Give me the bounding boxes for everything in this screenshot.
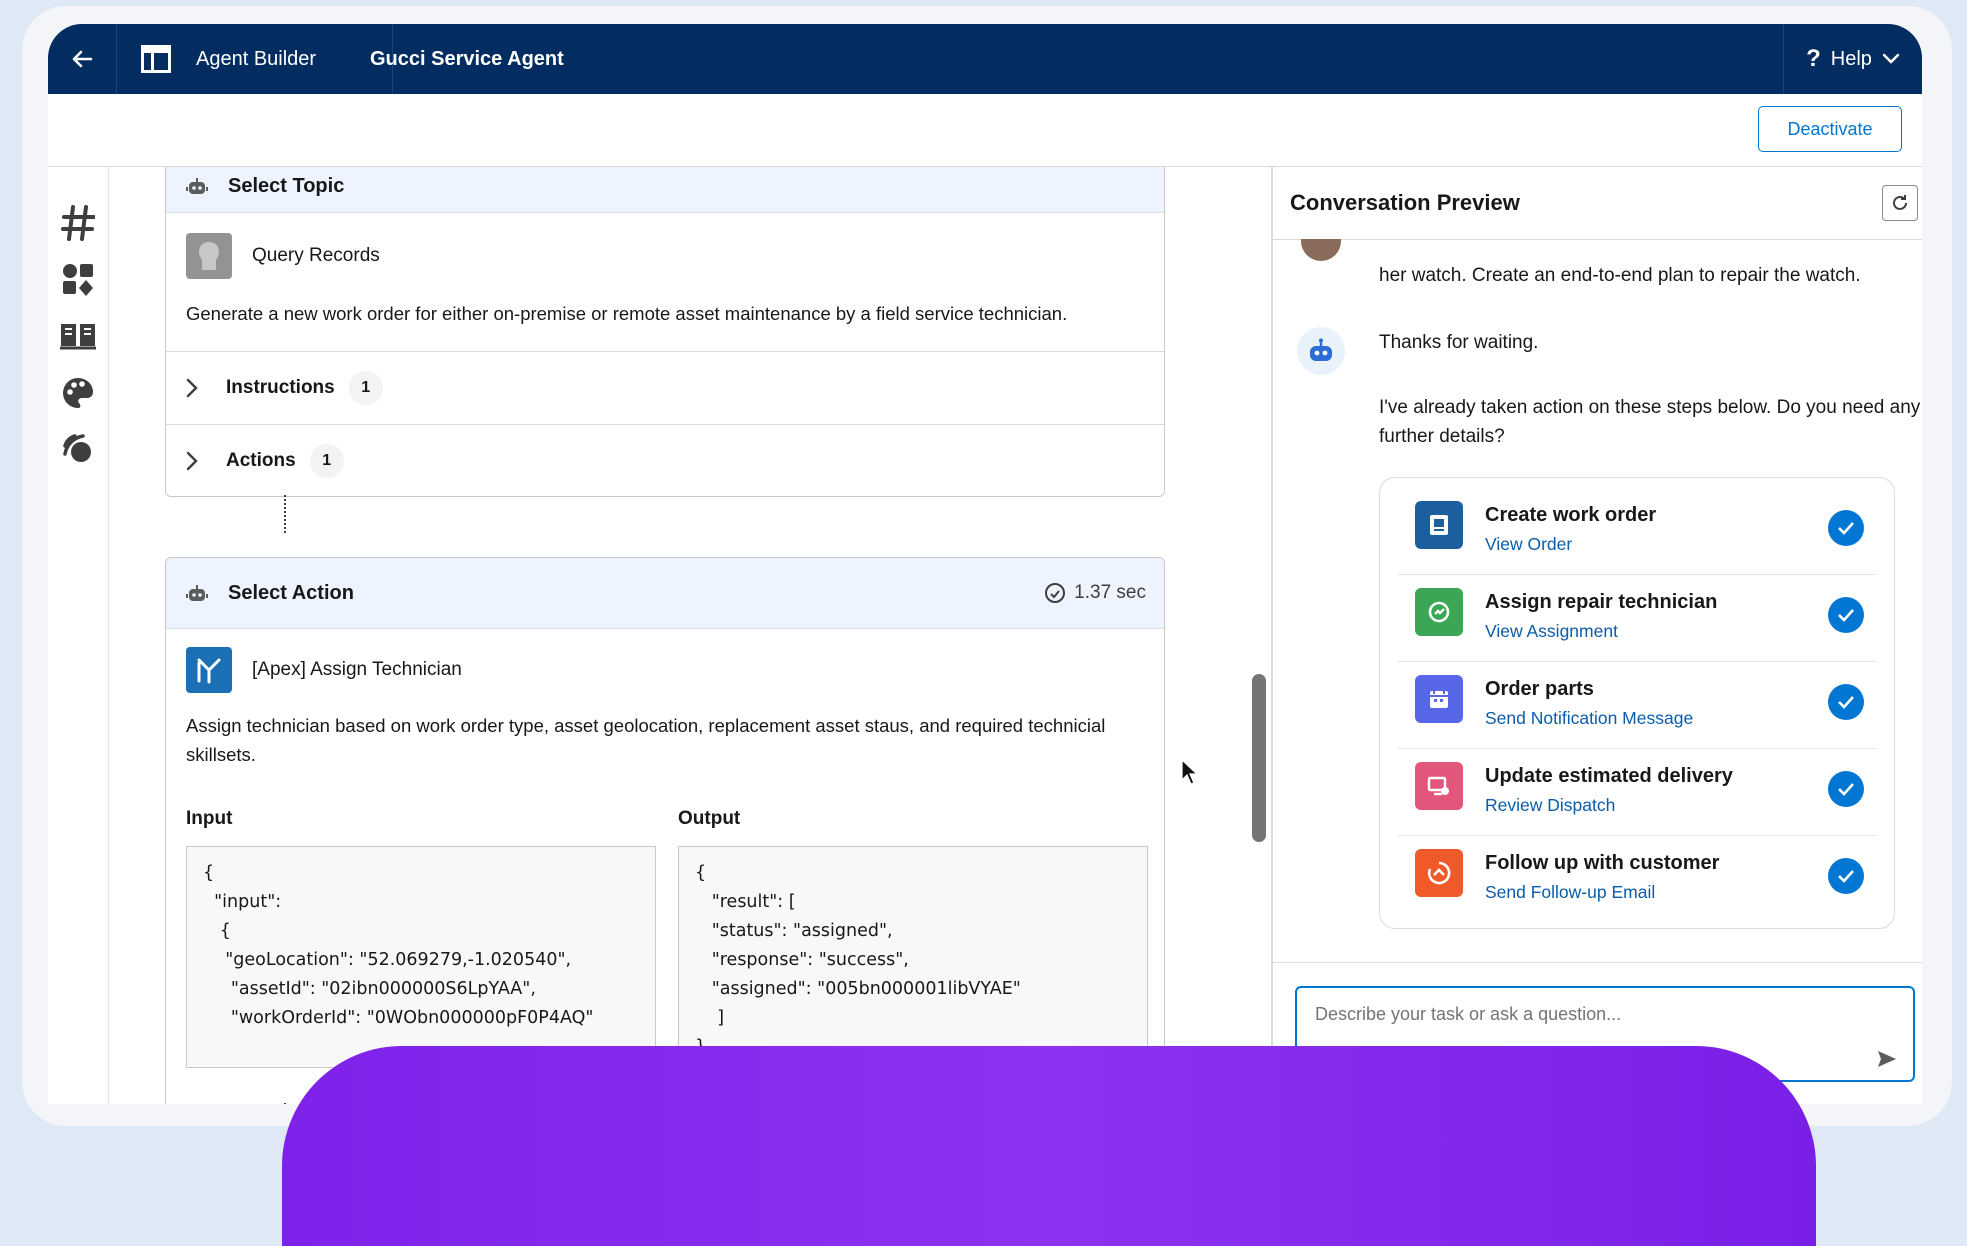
follow-up-icon (1415, 849, 1463, 897)
review-dispatch-link[interactable]: Review Dispatch (1485, 795, 1615, 816)
app-window: Agent Builder Gucci Service Agent ? Help… (48, 24, 1922, 1104)
topic-card-title: Select Topic (228, 174, 345, 197)
checkmark-icon (1828, 684, 1864, 720)
refresh-icon (1893, 195, 1907, 210)
checkmark-icon (1828, 858, 1864, 894)
step-title: Update estimated delivery (1485, 765, 1733, 787)
instructions-section[interactable]: Instructions 1 (166, 351, 1164, 424)
query-records-icon (186, 233, 232, 279)
bot-message-summary: I've already taken action on these steps… (1379, 397, 1921, 447)
action-description: Assign technician based on work order ty… (186, 715, 1106, 765)
topics-hash-icon[interactable] (58, 203, 98, 243)
chevron-right-icon (186, 451, 216, 471)
help-label: Help (1830, 47, 1872, 70)
send-icon (1878, 1051, 1896, 1067)
signal-broadcast-icon[interactable] (58, 429, 98, 469)
palette-icon[interactable] (58, 373, 98, 413)
delivery-icon (1415, 762, 1463, 810)
input-json[interactable]: { "input": { "geoLocation": "52.069279,-… (186, 846, 656, 1068)
user-message: her watch. Create an end-to-end plan to … (1379, 265, 1861, 286)
action-steps-card: Create work order View Order Assign repa… (1379, 477, 1895, 929)
global-header: Agent Builder Gucci Service Agent ? Help (48, 24, 1922, 94)
actions-label: Actions (226, 450, 296, 471)
step-title: Order parts (1485, 678, 1594, 700)
topic-item: Query Records (166, 213, 1164, 299)
send-follow-up-email-link[interactable]: Send Follow-up Email (1485, 882, 1655, 903)
view-order-link[interactable]: View Order (1485, 534, 1572, 555)
send-button[interactable] (1877, 1050, 1897, 1068)
flow-connector (284, 1103, 286, 1104)
back-arrow-icon (72, 50, 93, 68)
agent-avatar (1297, 327, 1345, 375)
step-update-delivery: Update estimated delivery Review Dispatc… (1398, 739, 1876, 826)
user-avatar (1301, 239, 1341, 261)
action-card-title: Select Action (228, 581, 354, 604)
app-layout-icon (140, 44, 172, 74)
app-switcher[interactable]: Agent Builder (116, 24, 393, 94)
timer-icon (1045, 583, 1066, 603)
preview-title: Conversation Preview (1290, 190, 1520, 215)
actions-section[interactable]: Actions 1 (166, 424, 1164, 496)
action-item: [Apex] Assign Technician (166, 629, 1164, 711)
agent-robot-icon (186, 583, 208, 603)
action-card-header: Select Action 1.37 sec (166, 558, 1164, 629)
parts-order-icon (1415, 675, 1463, 723)
step-create-work-order: Create work order View Order (1398, 478, 1876, 565)
refresh-button[interactable] (1882, 185, 1918, 221)
chevron-right-icon (186, 378, 216, 398)
input-label: Input (186, 808, 233, 829)
step-title: Assign repair technician (1485, 591, 1718, 613)
technician-icon (1415, 588, 1463, 636)
checkmark-icon (1828, 510, 1864, 546)
step-title: Create work order (1485, 504, 1657, 526)
app-name: Agent Builder (196, 47, 317, 70)
topic-card-header: Select Topic (166, 167, 1164, 213)
duration-indicator: 1.37 sec (1044, 558, 1146, 628)
bot-message-status: Thanks for waiting. (1379, 332, 1539, 353)
view-assignment-link[interactable]: View Assignment (1485, 621, 1618, 642)
agent-robot-icon (186, 176, 208, 196)
left-rail (48, 167, 109, 1104)
actions-count-badge: 1 (309, 444, 344, 478)
library-book-icon[interactable] (58, 315, 98, 355)
select-action-card: Select Action 1.37 sec [Apex] Assign Tec… (165, 557, 1165, 1104)
step-assign-technician: Assign repair technician View Assignment (1398, 565, 1876, 652)
agent-robot-icon (1310, 338, 1332, 361)
page-toolbar: Deactivate (48, 94, 1922, 167)
duration-value: 1.37 sec (1074, 582, 1146, 603)
plan-canvas: Select Topic Query Records Generate a ne… (109, 167, 1210, 1104)
help-menu[interactable]: ? Help (1783, 24, 1922, 94)
purple-overlay-band (282, 1046, 1816, 1246)
send-notification-link[interactable]: Send Notification Message (1485, 708, 1693, 729)
back-button[interactable] (48, 24, 117, 94)
flow-connector (284, 495, 286, 533)
checkmark-icon (1828, 597, 1864, 633)
composer-divider (1273, 962, 1922, 963)
instructions-label: Instructions (226, 377, 335, 398)
step-follow-up: Follow up with customer Send Follow-up E… (1398, 826, 1876, 913)
components-icon[interactable] (58, 259, 98, 299)
agent-name: Gucci Service Agent (370, 48, 564, 70)
question-icon: ? (1806, 45, 1821, 72)
select-topic-card: Select Topic Query Records Generate a ne… (165, 167, 1165, 497)
instructions-count-badge: 1 (348, 371, 383, 405)
chevron-down-icon (1882, 53, 1900, 64)
output-json[interactable]: { "result": [ "status": "assigned", "res… (678, 846, 1148, 1068)
topic-description: Generate a new work order for either on-… (186, 303, 1068, 324)
deactivate-button[interactable]: Deactivate (1758, 106, 1902, 152)
step-title: Follow up with customer (1485, 852, 1720, 874)
step-order-parts: Order parts Send Notification Message (1398, 652, 1876, 739)
action-item-name: [Apex] Assign Technician (252, 659, 462, 680)
topic-item-name: Query Records (252, 245, 380, 266)
conversation-preview-panel: Conversation Preview her watch. Create a… (1273, 167, 1922, 1104)
work-order-icon (1415, 501, 1463, 549)
output-label: Output (678, 808, 741, 829)
preview-header: Conversation Preview (1273, 167, 1922, 240)
mouse-cursor-icon (1181, 759, 1199, 785)
chat-input[interactable] (1313, 998, 1877, 1030)
canvas-scrollbar[interactable] (1252, 674, 1266, 842)
checkmark-icon (1828, 771, 1864, 807)
apex-action-icon (186, 647, 232, 693)
